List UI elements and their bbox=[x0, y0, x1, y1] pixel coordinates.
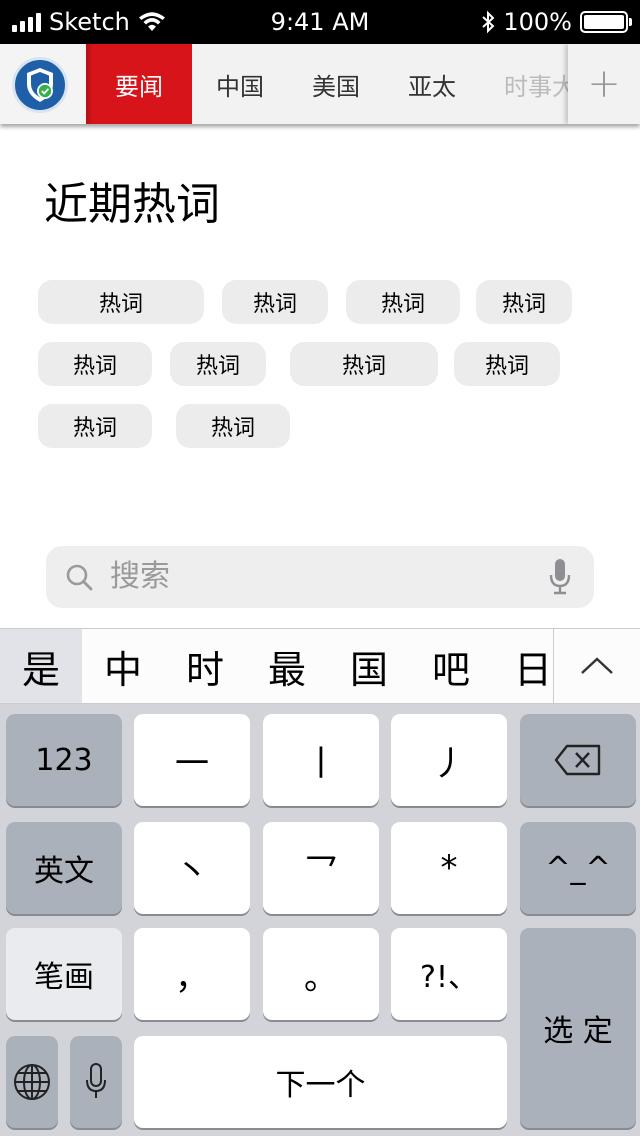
backspace-icon bbox=[554, 744, 601, 776]
candidate-item[interactable]: 吧 bbox=[410, 629, 492, 703]
logo-button[interactable] bbox=[0, 44, 86, 124]
key-period[interactable]: 。 bbox=[263, 928, 379, 1020]
microphone-icon[interactable] bbox=[548, 557, 572, 597]
key-stroke-dot[interactable]: 丶 bbox=[134, 822, 250, 914]
key-stroke-mode[interactable]: 笔画 bbox=[6, 928, 122, 1020]
keyboard: 123 一 丨 丿 英文 丶 乛 * ^_^ 笔画 ， 。 ?!、 选 定 下一… bbox=[0, 704, 640, 1136]
add-channel-button[interactable]: + bbox=[568, 44, 640, 124]
globe-key[interactable] bbox=[6, 1036, 58, 1128]
shield-logo-icon bbox=[12, 57, 68, 113]
key-english[interactable]: 英文 bbox=[6, 822, 122, 914]
key-comma[interactable]: ， bbox=[134, 928, 250, 1020]
channel-tab-bar: 要闻 中国 美国 亚太 时事大 + bbox=[0, 44, 640, 124]
next-key[interactable]: 下一个 bbox=[134, 1036, 507, 1128]
hot-word-chip[interactable]: 热词 bbox=[290, 342, 438, 386]
key-stroke-left-falling[interactable]: 丿 bbox=[391, 714, 507, 806]
tab-china[interactable]: 中国 bbox=[192, 44, 288, 124]
hot-word-chip[interactable]: 热词 bbox=[222, 280, 328, 324]
key-stroke-turning[interactable]: 乛 bbox=[263, 822, 379, 914]
hot-word-chip[interactable]: 热词 bbox=[346, 280, 460, 324]
search-icon bbox=[66, 564, 93, 591]
tab-asia-pacific[interactable]: 亚太 bbox=[384, 44, 480, 124]
tab-usa[interactable]: 美国 bbox=[288, 44, 384, 124]
candidate-bar: 是 中 时 最 国 吧 日 bbox=[0, 628, 640, 704]
microphone-icon bbox=[86, 1063, 106, 1098]
candidate-item[interactable]: 是 bbox=[0, 629, 82, 703]
confirm-select-key[interactable]: 选 定 bbox=[520, 928, 636, 1128]
tab-yaowen[interactable]: 要闻 bbox=[86, 44, 192, 124]
expand-candidates-button[interactable] bbox=[553, 629, 640, 703]
key-emoticon[interactable]: ^_^ bbox=[520, 822, 636, 914]
hot-words-title: 近期热词 bbox=[44, 179, 220, 230]
search-bar[interactable]: 搜索 bbox=[46, 546, 594, 608]
candidate-item[interactable]: 最 bbox=[246, 629, 328, 703]
hot-word-chip[interactable]: 热词 bbox=[170, 342, 266, 386]
key-wildcard[interactable]: * bbox=[391, 822, 507, 914]
battery-percent: 100% bbox=[503, 8, 572, 36]
bluetooth-icon bbox=[482, 10, 495, 34]
dictation-key[interactable] bbox=[70, 1036, 122, 1128]
hot-word-chip[interactable]: 热词 bbox=[38, 342, 152, 386]
candidate-item[interactable]: 国 bbox=[328, 629, 410, 703]
candidate-item[interactable]: 时 bbox=[164, 629, 246, 703]
hot-word-chip[interactable]: 热词 bbox=[38, 404, 152, 448]
channel-tabs: 要闻 中国 美国 亚太 时事大 bbox=[86, 44, 600, 124]
key-stroke-horizontal[interactable]: 一 bbox=[134, 714, 250, 806]
hot-word-chip[interactable]: 热词 bbox=[38, 280, 204, 324]
key-punctuation[interactable]: ?!、 bbox=[391, 928, 507, 1020]
battery-icon bbox=[580, 11, 632, 33]
status-bar: Sketch 9:41 AM 100% bbox=[0, 0, 640, 44]
hot-word-chip[interactable]: 热词 bbox=[176, 404, 290, 448]
delete-key[interactable] bbox=[520, 714, 636, 806]
hot-word-chip[interactable]: 热词 bbox=[454, 342, 560, 386]
search-input[interactable]: 搜索 bbox=[110, 546, 170, 608]
candidate-item[interactable]: 中 bbox=[82, 629, 164, 703]
key-stroke-vertical[interactable]: 丨 bbox=[263, 714, 379, 806]
key-123[interactable]: 123 bbox=[6, 714, 122, 806]
chevron-up-icon bbox=[581, 657, 613, 674]
globe-icon bbox=[14, 1064, 50, 1100]
hot-word-chip[interactable]: 热词 bbox=[476, 280, 572, 324]
